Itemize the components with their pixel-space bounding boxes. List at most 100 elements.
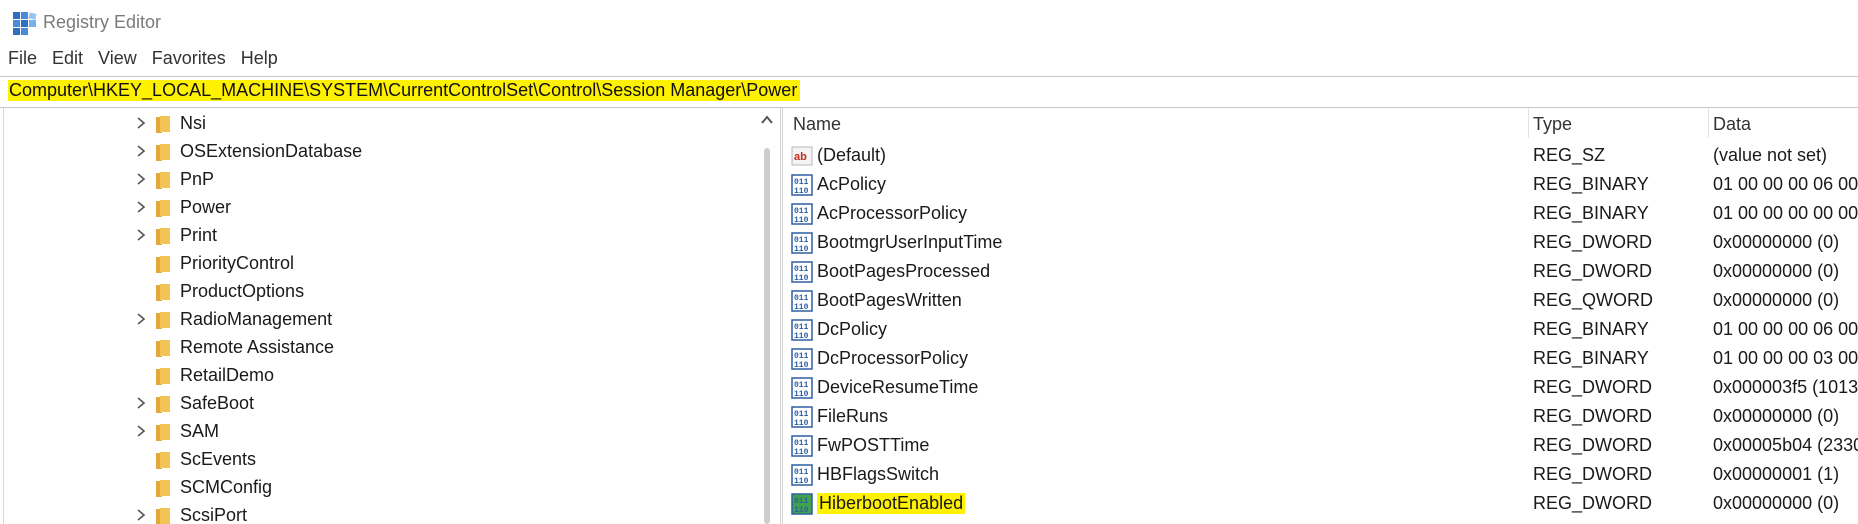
tree-item-label: Power [180,197,232,217]
tree-scrollbar[interactable] [756,108,778,524]
tree-item[interactable]: SafeBoot [0,390,760,418]
svg-text:011: 011 [794,410,809,419]
tree-item[interactable]: RadioManagement [0,306,760,334]
value-row[interactable]: 011 110 AcPolicy REG_BINARY 01 00 00 00 06 0… [783,171,1858,200]
value-row[interactable]: 011 110 BootPagesProcessed REG_DWORD 0x00000… [783,258,1858,287]
value-name: HBFlagsSwitch [817,464,940,484]
values-pane: Name Type Data ab (Default) REG_SZ (value n… [782,108,1858,524]
value-name: DeviceResumeTime [817,377,979,397]
svg-text:110: 110 [794,361,809,370]
value-row[interactable]: 011 110 AcProcessorPolicy REG_BINARY 01 00 0… [783,200,1858,229]
value-row[interactable]: 011 110 FileRuns REG_DWORD 0x00000000 (0) [783,403,1858,432]
chevron-right-icon[interactable] [134,312,148,326]
tree-item[interactable]: ScsiPort [0,502,760,524]
chevron-right-icon[interactable] [134,200,148,214]
column-data[interactable]: Data [1713,114,1751,144]
chevron-right-icon[interactable] [134,424,148,438]
svg-text:ab: ab [794,151,807,163]
tree-item-label: ScsiPort [180,505,248,524]
address-path[interactable]: Computer\HKEY_LOCAL_MACHINE\SYSTEM\Curre… [8,80,801,101]
value-type: REG_SZ [1533,145,1606,165]
folder-icon [156,368,170,385]
value-data: 0x000003f5 (1013 [1713,377,1858,397]
value-row[interactable]: 011 110 DeviceResumeTime REG_DWORD 0x000003f… [783,374,1858,403]
menu-edit[interactable]: Edit [52,48,83,74]
tree-item[interactable]: SAM [0,418,760,446]
binary-value-icon: 011110 [791,261,813,283]
tree-item[interactable]: Nsi [0,110,760,138]
folder-icon [156,508,170,524]
binary-value-icon: 011110 [791,232,813,254]
binary-value-icon: 011110 [791,348,813,370]
value-type: REG_DWORD [1533,377,1653,397]
tree-item[interactable]: OSExtensionDatabase [0,138,760,166]
tree-item-label: Remote Assistance [180,337,335,357]
menu-help[interactable]: Help [241,48,278,74]
column-name[interactable]: Name [793,114,841,144]
menu-favorites[interactable]: Favorites [152,48,226,74]
value-row[interactable]: 011 110 HiberbootEnabled REG_DWORD 0x0000000… [783,490,1858,519]
menu-file[interactable]: File [8,48,37,74]
chevron-right-icon[interactable] [134,396,148,410]
value-row[interactable]: ab (Default) REG_SZ (value not set) [783,142,1858,171]
chevron-right-icon[interactable] [134,116,148,130]
svg-text:011: 011 [794,468,809,477]
chevron-right-icon[interactable] [134,144,148,158]
tree-item[interactable]: RetailDemo [0,362,760,390]
value-name: HiberbootEnabled [817,493,966,514]
value-row[interactable]: 011 110 BootmgrUserInputTime REG_DWORD 0x000… [783,229,1858,258]
value-type: REG_DWORD [1533,464,1653,484]
tree-item[interactable]: Remote Assistance [0,334,760,362]
svg-text:110: 110 [794,245,809,254]
value-row[interactable]: 011 110 BootPagesWritten REG_QWORD 0x0000000… [783,287,1858,316]
tree-item-label: RadioManagement [180,309,333,329]
value-data: 0x00000000 (0) [1713,290,1840,310]
value-name: AcPolicy [817,174,887,194]
folder-icon [156,452,170,469]
svg-text:011: 011 [794,178,809,187]
chevron-right-icon[interactable] [134,508,148,522]
column-divider[interactable] [1708,108,1709,138]
value-data: 0x00000001 (1) [1713,464,1840,484]
tree-item[interactable]: SCMConfig [0,474,760,502]
folder-icon [156,256,170,273]
binary-value-icon: 011110 [791,319,813,341]
window-title: Registry Editor [43,12,162,32]
value-row[interactable]: 011 110 DcProcessorPolicy REG_BINARY 01 00 0… [783,345,1858,374]
value-row[interactable]: 011 110 HBFlagsSwitch REG_DWORD 0x00000001 (… [783,461,1858,490]
value-type: REG_DWORD [1533,406,1653,426]
tree-item[interactable]: PnP [0,166,760,194]
value-type: REG_DWORD [1533,435,1653,455]
value-name: FileRuns [817,406,889,426]
tree-item[interactable]: Power [0,194,760,222]
value-data: 01 00 00 00 00 00 [1713,203,1858,223]
value-name: DcPolicy [817,319,888,339]
tree-item-label: Nsi [180,113,206,133]
tree-item[interactable]: PriorityControl [0,250,760,278]
svg-text:011: 011 [794,236,809,245]
value-row[interactable]: 011 110 DcPolicy REG_BINARY 01 00 00 00 06 0… [783,316,1858,345]
value-type: REG_DWORD [1533,261,1653,281]
address-bar[interactable]: Computer\HKEY_LOCAL_MACHINE\SYSTEM\Curre… [0,76,1858,108]
chevron-right-icon[interactable] [134,172,148,186]
column-divider[interactable] [1528,108,1529,138]
tree-item[interactable]: ScEvents [0,446,760,474]
value-row[interactable]: 011 110 FwPOSTTime REG_DWORD 0x00005b04 (233… [783,432,1858,461]
value-name: DcProcessorPolicy [817,348,969,368]
scroll-thumb[interactable] [764,148,770,524]
svg-text:110: 110 [794,477,809,486]
chevron-right-icon[interactable] [134,228,148,242]
folder-icon [156,172,170,189]
tree-item[interactable]: Print [0,222,760,250]
scroll-up-icon[interactable] [760,114,774,126]
value-type: REG_BINARY [1533,174,1649,194]
column-type[interactable]: Type [1533,114,1572,144]
svg-text:011: 011 [794,497,809,506]
tree-item[interactable]: ProductOptions [0,278,760,306]
svg-text:110: 110 [794,303,809,312]
svg-text:011: 011 [794,352,809,361]
folder-icon [156,228,170,245]
tree-item-label: SCMConfig [180,477,273,497]
value-type: REG_BINARY [1533,348,1649,368]
menu-view[interactable]: View [98,48,137,74]
